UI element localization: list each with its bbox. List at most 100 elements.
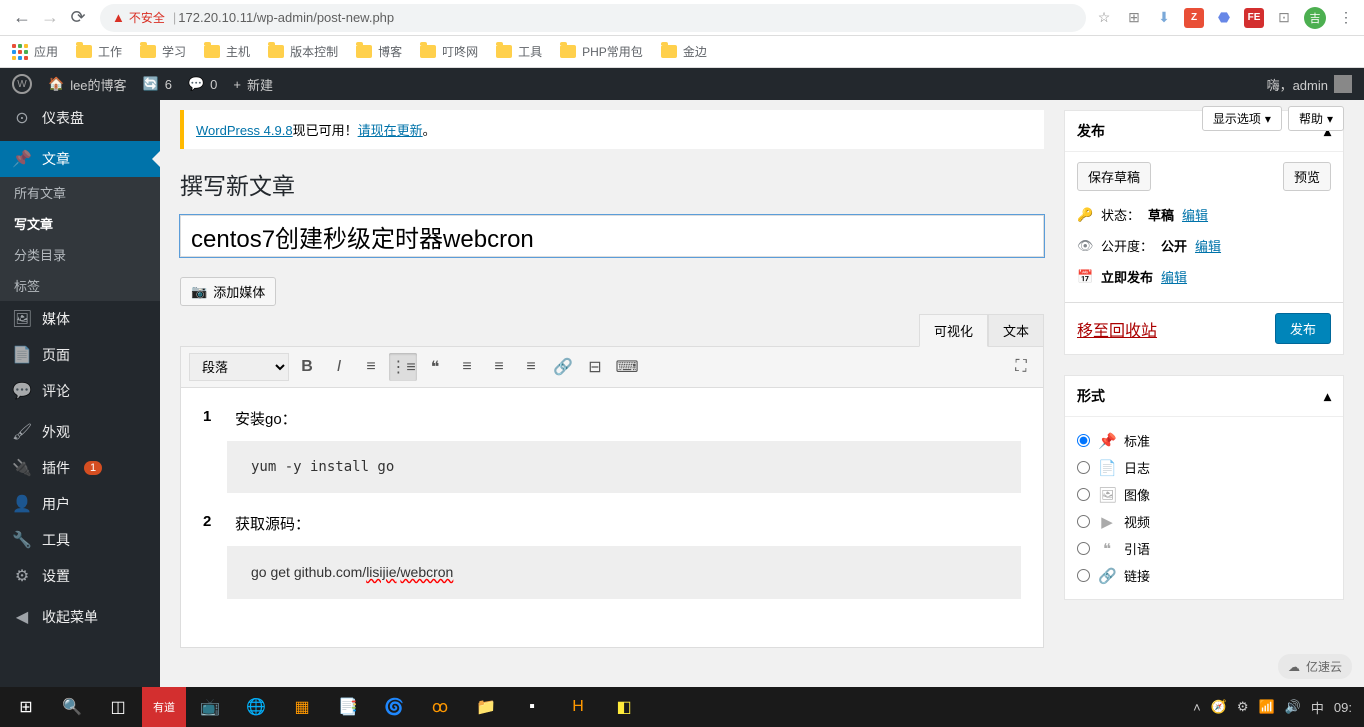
format-select[interactable]: 段落 bbox=[189, 353, 289, 381]
ext-icon-6[interactable]: ⊡ bbox=[1274, 8, 1294, 28]
bookmark-folder[interactable]: 工具 bbox=[496, 43, 542, 60]
format-aside[interactable]: 📄日志 bbox=[1077, 454, 1331, 481]
tray-icon[interactable]: 🧭 bbox=[1211, 699, 1227, 715]
ext-icon-2[interactable]: ⬇ bbox=[1154, 8, 1174, 28]
ext-icon-1[interactable]: ⊞ bbox=[1124, 8, 1144, 28]
menu-appearance[interactable]: 🖌外观 bbox=[0, 414, 160, 450]
user-greeting[interactable]: 嗨，admin bbox=[1267, 75, 1352, 94]
wp-logo[interactable]: W bbox=[12, 74, 32, 94]
more-button[interactable]: ⊟ bbox=[581, 353, 609, 381]
bookmark-folder[interactable]: 学习 bbox=[140, 43, 186, 60]
align-center-button[interactable]: ≡ bbox=[485, 353, 513, 381]
edit-visibility-link[interactable]: 编辑 bbox=[1195, 236, 1221, 255]
bold-button[interactable]: B bbox=[293, 353, 321, 381]
new-content[interactable]: +新建 bbox=[233, 75, 273, 94]
task-app[interactable]: ꝏ bbox=[418, 687, 462, 727]
wp-version-link[interactable]: WordPress 4.9.8 bbox=[196, 123, 293, 138]
clock[interactable]: 09: bbox=[1334, 700, 1352, 715]
tray-icon[interactable]: ⚙ bbox=[1237, 699, 1249, 715]
updates-link[interactable]: 🔄6 bbox=[143, 76, 172, 92]
task-chrome[interactable]: 🌐 bbox=[234, 687, 278, 727]
site-name[interactable]: 🏠lee的博客 bbox=[48, 75, 127, 94]
ime-indicator[interactable]: 中 bbox=[1311, 698, 1324, 717]
format-image[interactable]: 🖼图像 bbox=[1077, 481, 1331, 508]
help-button[interactable]: 帮助▾ bbox=[1288, 106, 1344, 131]
menu-pages[interactable]: 📄页面 bbox=[0, 337, 160, 373]
task-app[interactable]: 有道 bbox=[142, 687, 186, 727]
ext-icon-4[interactable]: ⬣ bbox=[1214, 8, 1234, 28]
menu-tools[interactable]: 🔧工具 bbox=[0, 522, 160, 558]
url-bar[interactable]: ▲ 不安全 | 172.20.10.11/wp-admin/post-new.p… bbox=[100, 4, 1086, 32]
format-quote[interactable]: ❝引语 bbox=[1077, 535, 1331, 562]
menu-settings[interactable]: ⚙设置 bbox=[0, 558, 160, 594]
profile-icon[interactable]: 吉 bbox=[1304, 7, 1326, 29]
start-button[interactable]: ⊞ bbox=[4, 687, 48, 727]
comments-link[interactable]: 💬0 bbox=[188, 76, 217, 92]
quote-button[interactable]: ❝ bbox=[421, 353, 449, 381]
bookmark-folder[interactable]: 叮咚网 bbox=[420, 43, 478, 60]
task-app[interactable]: 📺 bbox=[188, 687, 232, 727]
apps-bookmark[interactable]: 应用 bbox=[12, 43, 58, 60]
tab-text[interactable]: 文本 bbox=[988, 314, 1044, 346]
align-right-button[interactable]: ≡ bbox=[517, 353, 545, 381]
bookmark-folder[interactable]: 金边 bbox=[661, 43, 707, 60]
submenu-new-post[interactable]: 写文章 bbox=[0, 208, 160, 239]
align-left-button[interactable]: ≡ bbox=[453, 353, 481, 381]
menu-dashboard[interactable]: ⊙仪表盘 bbox=[0, 100, 160, 136]
format-link[interactable]: 🔗链接 bbox=[1077, 562, 1331, 589]
star-icon[interactable]: ☆ bbox=[1094, 8, 1114, 28]
wifi-icon[interactable]: 📶 bbox=[1259, 699, 1275, 715]
edit-status-link[interactable]: 编辑 bbox=[1182, 205, 1208, 224]
bookmark-folder[interactable]: PHP常用包 bbox=[560, 43, 643, 60]
task-app[interactable]: 🌀 bbox=[372, 687, 416, 727]
preview-button[interactable]: 预览 bbox=[1283, 162, 1331, 191]
reload-button[interactable]: ⟳ bbox=[64, 4, 92, 32]
ext-icon-3[interactable]: Z bbox=[1184, 8, 1204, 28]
link-button[interactable]: 🔗 bbox=[549, 353, 577, 381]
edit-schedule-link[interactable]: 编辑 bbox=[1161, 267, 1187, 286]
tray-chevron[interactable]: ˄ bbox=[1193, 700, 1201, 715]
add-media-button[interactable]: 📷添加媒体 bbox=[180, 277, 276, 306]
search-button[interactable]: 🔍 bbox=[50, 687, 94, 727]
publish-button[interactable]: 发布 bbox=[1275, 313, 1331, 344]
submenu-all-posts[interactable]: 所有文章 bbox=[0, 177, 160, 208]
update-now-link[interactable]: 请现在更新 bbox=[358, 123, 423, 138]
ext-icon-5[interactable]: FE bbox=[1244, 8, 1264, 28]
forward-button[interactable]: → bbox=[36, 4, 64, 32]
bookmark-folder[interactable]: 博客 bbox=[356, 43, 402, 60]
menu-icon[interactable]: ⋮ bbox=[1336, 8, 1356, 28]
submenu-tags[interactable]: 标签 bbox=[0, 270, 160, 301]
menu-plugins[interactable]: 🔌插件1 bbox=[0, 450, 160, 486]
task-terminal[interactable]: ▪ bbox=[510, 687, 554, 727]
ol-button[interactable]: ⋮≡ bbox=[389, 353, 417, 381]
post-title-input[interactable] bbox=[180, 215, 1044, 257]
volume-icon[interactable]: 🔊 bbox=[1285, 699, 1301, 715]
menu-posts[interactable]: 📌文章 bbox=[0, 141, 160, 177]
tab-visual[interactable]: 可视化 bbox=[919, 314, 988, 347]
bookmark-folder[interactable]: 版本控制 bbox=[268, 43, 338, 60]
toolbar-toggle-button[interactable]: ⌨ bbox=[613, 353, 641, 381]
menu-media[interactable]: 🖼媒体 bbox=[0, 301, 160, 337]
fullscreen-button[interactable]: ⛶ bbox=[1007, 353, 1035, 381]
italic-button[interactable]: I bbox=[325, 353, 353, 381]
toggle-icon[interactable]: ▴ bbox=[1324, 388, 1331, 405]
save-draft-button[interactable]: 保存草稿 bbox=[1077, 162, 1151, 191]
task-app[interactable]: ◧ bbox=[602, 687, 646, 727]
format-standard[interactable]: 📌标准 bbox=[1077, 427, 1331, 454]
format-video[interactable]: ▶视频 bbox=[1077, 508, 1331, 535]
task-sublime[interactable]: ▦ bbox=[280, 687, 324, 727]
task-view[interactable]: ◫ bbox=[96, 687, 140, 727]
menu-users[interactable]: 👤用户 bbox=[0, 486, 160, 522]
ul-button[interactable]: ≡ bbox=[357, 353, 385, 381]
trash-link[interactable]: 移至回收站 bbox=[1077, 317, 1157, 341]
bookmark-folder[interactable]: 工作 bbox=[76, 43, 122, 60]
menu-comments[interactable]: 💬评论 bbox=[0, 373, 160, 409]
task-app[interactable]: 📁 bbox=[464, 687, 508, 727]
bookmark-folder[interactable]: 主机 bbox=[204, 43, 250, 60]
task-app[interactable]: H bbox=[556, 687, 600, 727]
submenu-categories[interactable]: 分类目录 bbox=[0, 239, 160, 270]
back-button[interactable]: ← bbox=[8, 4, 36, 32]
screen-options-button[interactable]: 显示选项▾ bbox=[1202, 106, 1282, 131]
menu-collapse[interactable]: ◀收起菜单 bbox=[0, 599, 160, 635]
editor-body[interactable]: 1安装go： yum -y install go 2获取源码： go get g… bbox=[180, 388, 1044, 648]
